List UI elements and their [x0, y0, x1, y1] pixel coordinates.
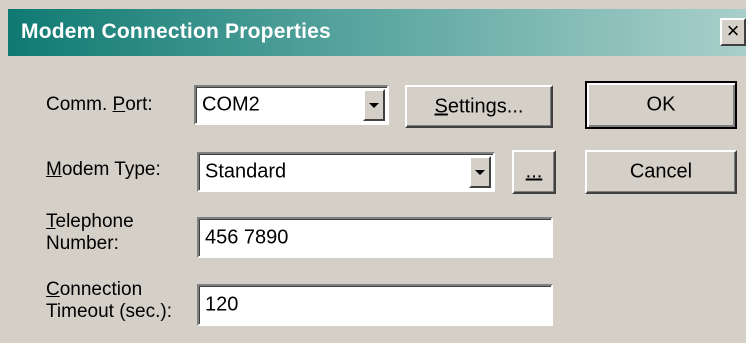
telephone-number-value: 456 7890 [205, 226, 289, 248]
dialog-title: Modem Connection Properties [21, 20, 331, 43]
comm-port-label: Comm. Port: [46, 94, 153, 116]
comm-port-label-suffix: ort: [125, 94, 153, 115]
timeout-label-mnemonic: C [46, 279, 60, 300]
connection-timeout-value: 120 [205, 293, 239, 316]
comm-port-label-mnemonic: P [112, 94, 126, 115]
chevron-down-icon [369, 103, 379, 108]
timeout-label-line1: onnection [59, 279, 143, 300]
telephone-number-label: Telephone Number: [46, 211, 134, 255]
modem-type-select[interactable]: Standard [197, 152, 495, 192]
telephone-label-mnemonic: T [46, 211, 56, 232]
modem-type-value: Standard [205, 160, 287, 183]
comm-port-select[interactable]: COM2 [194, 85, 389, 125]
settings-button-label: ettings... [447, 95, 524, 117]
modem-connection-properties-dialog: Modem Connection Properties × Comm. Port… [0, 0, 746, 343]
close-icon: × [726, 18, 740, 43]
timeout-label-line2: Timeout (sec.): [46, 301, 172, 322]
comm-port-value: COM2 [202, 93, 260, 116]
connection-timeout-label: Connection Timeout (sec.): [46, 279, 172, 323]
telephone-label-line2: Number: [46, 233, 119, 254]
cancel-button[interactable]: Cancel [585, 150, 737, 194]
telephone-number-input[interactable]: 456 7890 [197, 217, 553, 258]
modem-type-dropdown-button[interactable] [469, 156, 491, 188]
chevron-down-icon [475, 170, 485, 175]
modem-type-label-suffix: odem Type: [61, 159, 161, 180]
ok-button-label: OK [646, 93, 676, 116]
title-bar: Modem Connection Properties × [8, 9, 746, 56]
telephone-label-line1: elephone [55, 211, 134, 232]
modem-type-label: Modem Type: [46, 159, 161, 181]
modem-type-browse-button[interactable]: ... [512, 150, 556, 194]
cancel-button-label: Cancel [629, 160, 693, 183]
modem-type-label-mnemonic: M [46, 159, 62, 180]
ok-button[interactable]: OK [585, 81, 737, 129]
comm-port-label-prefix: Comm. [46, 94, 113, 115]
close-button[interactable]: × [720, 18, 746, 46]
comm-port-dropdown-button[interactable] [363, 89, 385, 121]
connection-timeout-input[interactable]: 120 [197, 284, 553, 326]
ellipsis-button-label: ... [525, 160, 543, 183]
settings-button-mnemonic: S [434, 95, 448, 117]
settings-button[interactable]: Settings... [405, 85, 553, 128]
